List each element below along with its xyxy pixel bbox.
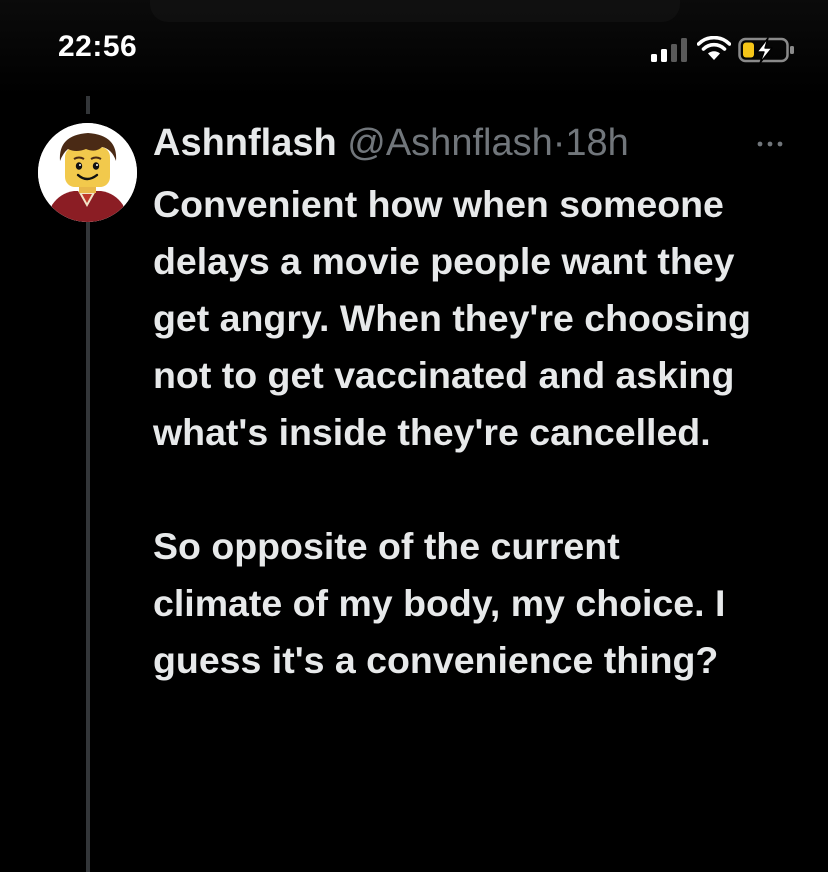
separator-dot: ·	[552, 122, 566, 164]
more-horizontal-icon[interactable]	[752, 132, 788, 156]
status-bar: 22:56	[0, 0, 828, 96]
dimmed-header	[150, 0, 680, 22]
battery-charging-icon	[738, 37, 794, 64]
signal-icon	[651, 38, 687, 62]
tweet-paragraph-2: So opposite of the current climate of my…	[153, 525, 726, 681]
tweet-paragraph-1: Convenient how when someone delays a mov…	[153, 183, 751, 453]
thread-line-bottom	[86, 222, 90, 872]
tweet-text: Convenient how when someone delays a mov…	[153, 176, 813, 689]
thread-line-top	[86, 96, 90, 114]
wifi-icon	[697, 36, 731, 60]
avatar[interactable]	[38, 123, 137, 222]
lego-figure-avatar	[38, 123, 137, 222]
tweet-header: Ashnflash @Ashnflash·18h	[153, 118, 629, 168]
status-clock: 22:56	[58, 30, 138, 63]
display-name[interactable]: Ashnflash	[153, 122, 337, 164]
tweet-time[interactable]: 18h	[565, 122, 628, 164]
user-handle[interactable]: @Ashnflash	[347, 122, 552, 164]
